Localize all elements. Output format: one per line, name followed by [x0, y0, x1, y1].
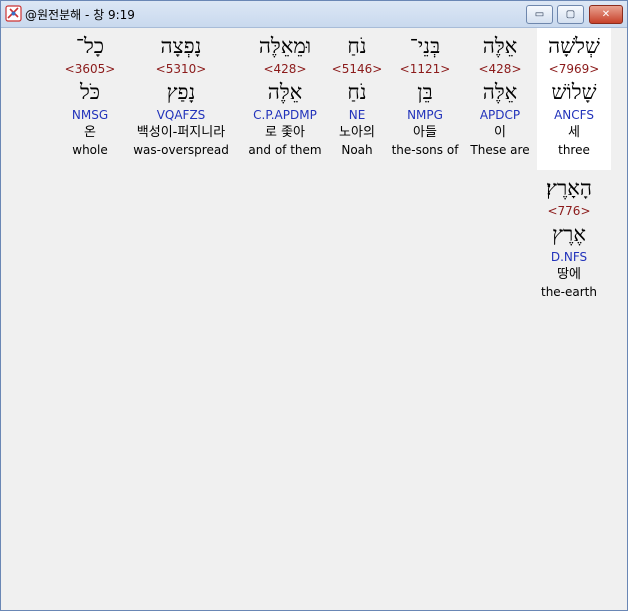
- morphology-code: VQAFZS: [156, 108, 206, 122]
- minimize-button[interactable]: ▭: [526, 5, 553, 24]
- english-gloss: and of them: [248, 143, 322, 157]
- morphology-code: D.NFS: [550, 250, 588, 264]
- strong-number[interactable]: <3605>: [40, 60, 140, 78]
- title-bar[interactable]: @원전분해 - 창 9:19 ▭ ▢ ✕: [1, 1, 627, 28]
- morphology-code: NMSG: [71, 108, 109, 122]
- korean-gloss: 온: [84, 125, 96, 140]
- app-window: @원전분해 - 창 9:19 ▭ ▢ ✕ שְׁלֹשָׁה <7969> שָ…: [0, 0, 628, 611]
- english-gloss: the-earth: [540, 285, 597, 299]
- hebrew-word: כָל־: [75, 34, 105, 58]
- close-button[interactable]: ✕: [589, 5, 623, 24]
- lemma-word: כֹּל: [79, 80, 101, 104]
- window-title: @원전분해 - 창 9:19: [25, 8, 135, 22]
- word-column[interactable]: הָאָרֶץ׃ <776> אֶרֶץ D.NFS 땅에 the-earth: [519, 174, 619, 300]
- strong-number[interactable]: <428>: [235, 60, 335, 78]
- word-column[interactable]: כָל־ <3605> כֹּל NMSG 온 whole: [40, 32, 140, 158]
- verse-analysis-panel: שְׁלֹשָׁה <7969> שָׁלוֹשׁ ANCFS 세 three …: [5, 28, 623, 606]
- english-gloss: whole: [72, 143, 108, 157]
- english-gloss: was-overspread: [133, 143, 229, 157]
- maximize-button[interactable]: ▢: [557, 5, 584, 24]
- lemma-word: נָפַץ: [166, 80, 196, 104]
- minimize-icon: ▭: [534, 9, 545, 20]
- maximize-icon: ▢: [565, 9, 576, 20]
- korean-gloss: 땅에: [557, 267, 581, 282]
- word-column[interactable]: נָפְצָה <5310> נָפַץ VQAFZS 백성이-퍼지니라 was…: [131, 32, 231, 158]
- strong-number[interactable]: <5310>: [131, 60, 231, 78]
- lemma-word: אֵלֶּה: [267, 80, 303, 104]
- strong-number[interactable]: <776>: [519, 202, 619, 220]
- lemma-word: אֶרֶץ: [552, 222, 586, 246]
- hebrew-word: נָפְצָה: [160, 34, 202, 58]
- bible-app-icon: [5, 5, 22, 22]
- word-column[interactable]: וּמֵאֵלֶּה <428> אֵלֶּה C.P.APDMP 로 좇아 a…: [235, 32, 335, 158]
- morphology-code: C.P.APDMP: [253, 108, 317, 122]
- korean-gloss: 백성이-퍼지니라: [136, 125, 226, 140]
- close-icon: ✕: [601, 9, 611, 20]
- hebrew-word: הָאָרֶץ׃: [546, 176, 592, 200]
- korean-gloss: 로 좇아: [264, 125, 305, 140]
- hebrew-word: וּמֵאֵלֶּה: [258, 34, 312, 58]
